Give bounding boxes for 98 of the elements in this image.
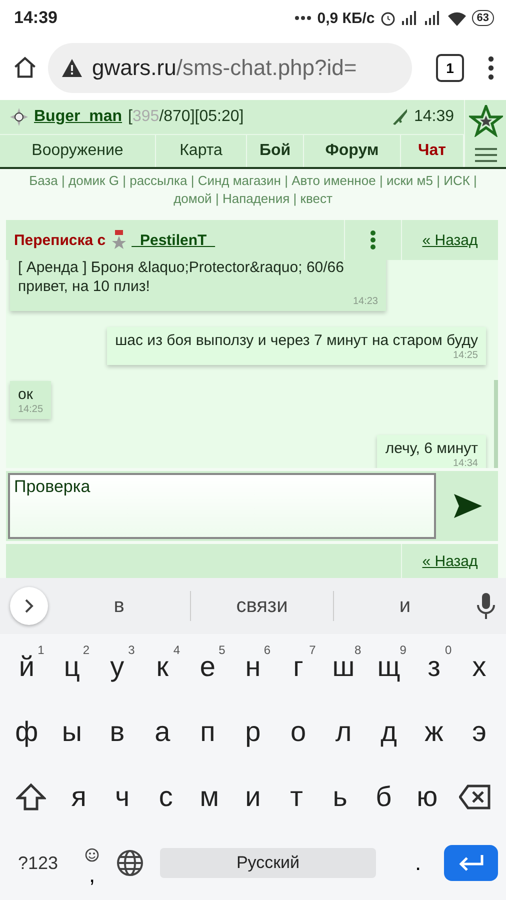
scroll-bar[interactable] — [494, 380, 498, 468]
key[interactable]: д — [366, 706, 412, 758]
clock: 14:39 — [14, 8, 58, 28]
link-separator: | — [293, 191, 297, 206]
message-time: 14:34 — [452, 458, 478, 468]
key[interactable]: м — [188, 770, 232, 822]
emoji-icon — [85, 848, 99, 862]
space-key[interactable]: Русский — [160, 848, 376, 878]
key[interactable]: я — [57, 770, 101, 822]
address-bar[interactable]: gwars.ru/sms-chat.php?id= — [48, 43, 412, 93]
nav-link[interactable]: Авто именное — [292, 173, 376, 188]
key[interactable]: и — [231, 770, 275, 822]
backspace-icon — [459, 784, 492, 810]
microphone-icon[interactable] — [476, 592, 496, 620]
key[interactable]: п — [185, 706, 230, 758]
signal-icon — [400, 11, 419, 25]
key[interactable]: б — [362, 770, 406, 822]
enter-key[interactable] — [444, 845, 498, 881]
battery-icon: 63 — [472, 10, 494, 26]
nav-link[interactable]: квест — [300, 191, 332, 206]
user-link[interactable]: Buger_man — [34, 108, 122, 126]
message-text: [ Аренда ] Броня &laquo;Protector&raquo; 60/66 привет, на 10 плиз! — [18, 260, 345, 296]
suggestion[interactable]: связи — [191, 594, 333, 618]
badge-icon — [10, 108, 28, 126]
key[interactable]: о — [276, 706, 321, 758]
medal-icon — [112, 230, 126, 250]
signal-icon — [424, 11, 442, 25]
chevron-icon — [24, 598, 34, 614]
alarm-icon — [380, 10, 396, 26]
tab-count[interactable]: 1 — [436, 54, 464, 82]
key[interactable]: ы — [49, 706, 95, 758]
nav-link[interactable]: ИСК — [444, 173, 470, 188]
warning-icon — [62, 59, 82, 77]
link-separator: | — [474, 173, 477, 188]
server-time: 14:39 — [414, 108, 454, 126]
key[interactable]: р — [230, 706, 276, 758]
key[interactable]: л — [320, 706, 366, 758]
link-separator: | — [215, 191, 219, 206]
message-time: 14:25 — [452, 350, 478, 362]
nav-tab[interactable]: Карта — [156, 135, 247, 167]
star-icon[interactable] — [468, 105, 502, 138]
symbols-key[interactable]: ?123 — [8, 852, 68, 874]
nav-link[interactable]: домой — [174, 191, 212, 206]
comma-key[interactable]: , — [74, 838, 110, 888]
key[interactable]: э — [456, 706, 502, 758]
message-field[interactable]: Проверка — [8, 473, 436, 539]
key[interactable]: ф — [4, 706, 50, 758]
key[interactable]: ч — [100, 770, 144, 822]
rifle-icon — [392, 108, 408, 126]
link-separator: | — [190, 173, 194, 188]
message-time: 14:23 — [352, 296, 378, 308]
back-link[interactable]: « Назад — [402, 544, 498, 578]
more-icon — [294, 15, 312, 21]
message-text: лечу, 6 минут — [385, 439, 478, 458]
partner-link[interactable]: _PestilenT_ — [132, 232, 215, 248]
nav-tab[interactable]: Форум — [304, 135, 401, 167]
key[interactable]: в — [94, 706, 140, 758]
nav-link[interactable]: домик G — [68, 173, 119, 188]
key[interactable]: с — [144, 770, 188, 822]
key[interactable]: ж — [411, 706, 457, 758]
message-text: ок — [18, 385, 34, 404]
link-separator: | — [436, 173, 440, 188]
expand-button[interactable] — [10, 587, 48, 625]
nav-tab[interactable]: Вооружение — [0, 135, 156, 167]
link-separator: | — [379, 173, 383, 188]
wifi-icon — [446, 10, 467, 26]
key[interactable]: г 7 — [276, 640, 321, 692]
key[interactable]: ь — [318, 770, 362, 822]
home-icon[interactable] — [12, 55, 38, 81]
link-separator: | — [284, 173, 288, 188]
nav-tab[interactable]: Чат — [401, 135, 464, 167]
back-link[interactable]: « Назад — [402, 220, 498, 260]
nav-link[interactable]: рассылка — [130, 173, 188, 188]
shift-icon — [16, 782, 46, 810]
globe-icon[interactable] — [116, 849, 144, 877]
period-key[interactable]: . — [398, 849, 438, 877]
key[interactable]: ю — [405, 770, 449, 822]
message-text: шас из боя выползу и через 7 минут на старом буду — [115, 331, 478, 350]
network-speed: 0,9 КБ/с — [317, 10, 375, 26]
menu-icon[interactable] — [488, 56, 494, 80]
nav-link[interactable]: иски м5 — [386, 173, 433, 188]
message-time: 14:25 — [18, 404, 44, 416]
enter-icon — [458, 855, 484, 871]
suggestion[interactable]: и — [334, 594, 476, 618]
key[interactable]: а — [140, 706, 186, 758]
send-icon — [454, 494, 482, 518]
suggestion[interactable]: в — [48, 594, 190, 618]
more-icon[interactable] — [370, 230, 376, 250]
nav-link[interactable]: Нападения — [222, 191, 290, 206]
nav-link[interactable]: Синд магазин — [198, 173, 281, 188]
key[interactable]: т — [274, 770, 318, 822]
link-separator: | — [62, 173, 65, 188]
key[interactable]: х — [456, 640, 502, 692]
chat-title: Переписка с — [14, 232, 106, 248]
nav-tab[interactable]: Бой — [247, 135, 304, 167]
nav-link[interactable]: База — [29, 173, 58, 188]
player-stats: [395/870][05:20] — [128, 108, 244, 126]
link-separator: | — [122, 173, 126, 188]
